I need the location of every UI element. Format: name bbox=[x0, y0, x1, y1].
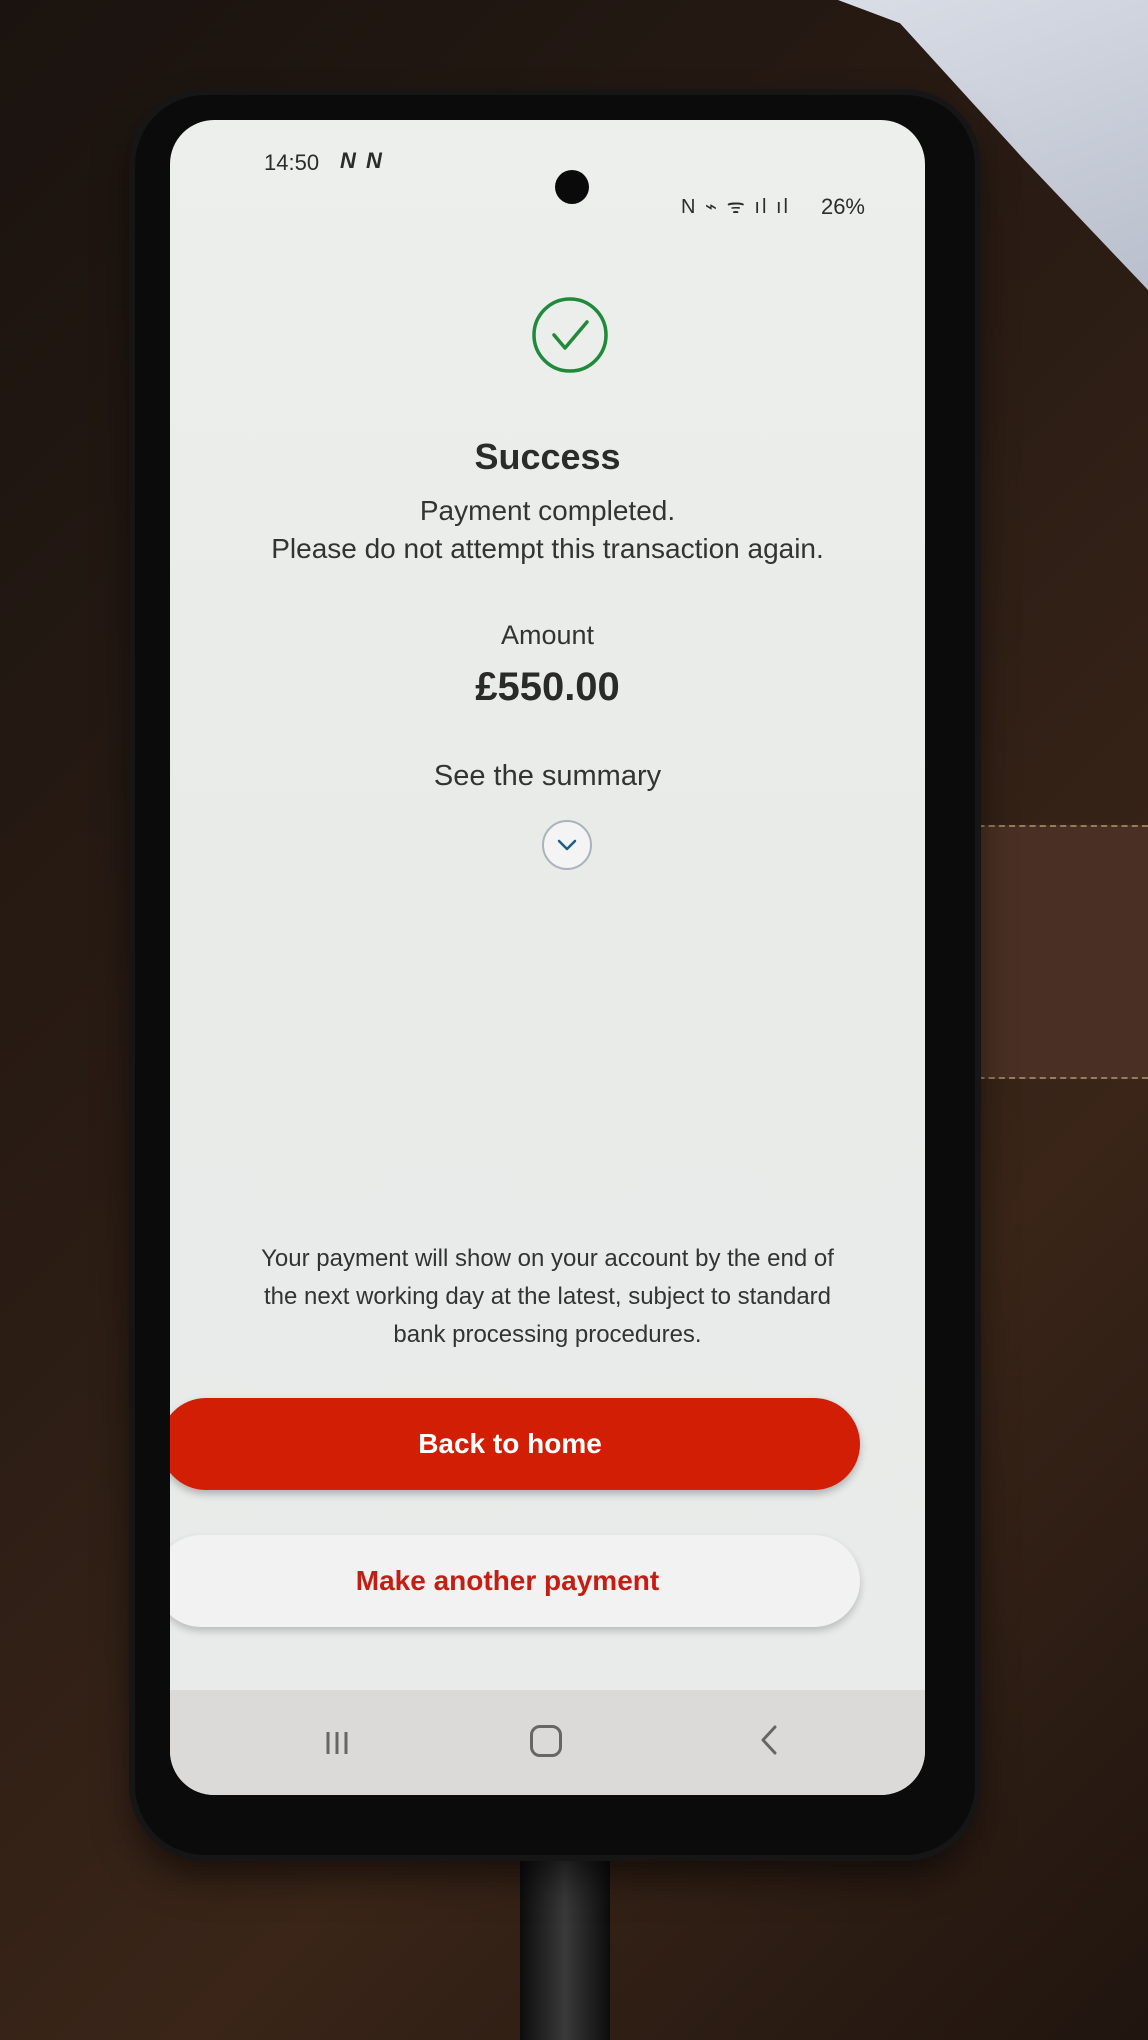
chevron-down-icon bbox=[557, 839, 577, 851]
message-line: Payment completed. bbox=[419, 495, 676, 526]
page-title: Success bbox=[474, 436, 621, 477]
amount-value: £550.00 bbox=[475, 665, 620, 709]
status-bar: 14:50 N N N ⌁ ᯤ ıl ıl 26% bbox=[170, 120, 925, 219]
status-message: Payment completed. Please do not attempt… bbox=[170, 492, 925, 568]
phone-screen: 14:50 N N N ⌁ ᯤ ıl ıl 26% Success Paymen… bbox=[170, 120, 925, 1795]
summary-toggle-button[interactable] bbox=[542, 820, 592, 870]
home-icon[interactable] bbox=[530, 1725, 562, 1757]
android-nav-bar bbox=[170, 1690, 925, 1795]
back-icon[interactable] bbox=[755, 1722, 783, 1758]
front-camera bbox=[555, 170, 589, 204]
battery-level: 26% bbox=[820, 194, 865, 219]
check-circle-icon bbox=[532, 297, 608, 373]
notification-icons: N N bbox=[340, 148, 384, 173]
note-line: bank processing procedures. bbox=[393, 1321, 702, 1348]
note-line: the next working day at the latest, subj… bbox=[264, 1283, 831, 1310]
charging-cable bbox=[520, 1840, 610, 2040]
recent-apps-icon[interactable] bbox=[320, 1728, 354, 1758]
back-to-home-button[interactable]: Back to home bbox=[170, 1398, 860, 1490]
background-strap bbox=[958, 825, 1148, 1079]
see-summary-label[interactable]: See the summary bbox=[170, 760, 925, 793]
amount-label: Amount bbox=[500, 620, 595, 650]
signal-icons: N ⌁ ᯤ ıl ıl bbox=[681, 196, 790, 218]
warning-line: Please do not attempt this transaction a… bbox=[271, 533, 824, 564]
status-time: 14:50 bbox=[264, 150, 320, 175]
processing-note: Your payment will show on your account b… bbox=[200, 1240, 895, 1354]
note-line: Your payment will show on your account b… bbox=[261, 1245, 834, 1272]
make-another-payment-button[interactable]: Make another payment bbox=[170, 1535, 860, 1627]
